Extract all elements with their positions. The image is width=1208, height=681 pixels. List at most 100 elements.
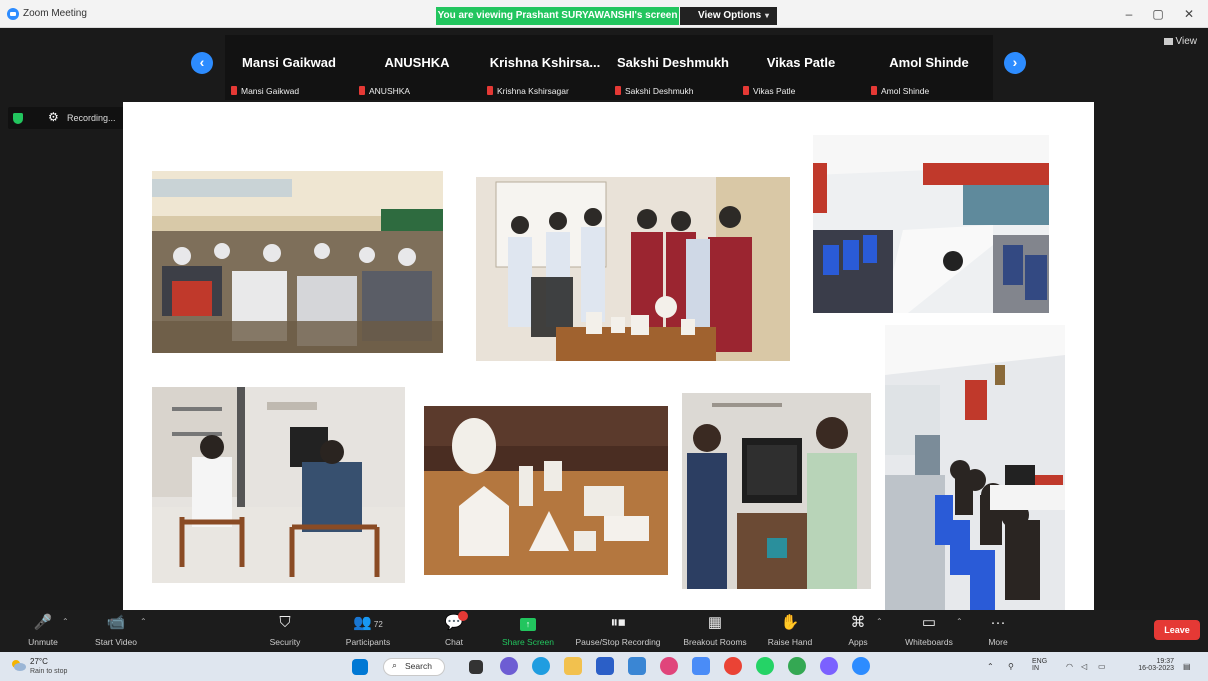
raise-hand-button[interactable]: ✋ Raise Hand — [762, 610, 818, 652]
weather-description: Rain to stop — [30, 668, 68, 675]
photo-computer-lab-students — [885, 325, 1065, 610]
speaker-icon[interactable]: ◁ — [1081, 662, 1087, 671]
security-label: Security — [269, 637, 301, 647]
participant-label-text: Krishna Kshirsagar — [497, 86, 569, 96]
wifi-icon[interactable]: ◠ — [1066, 662, 1073, 671]
gallery-next-button[interactable]: › — [1004, 52, 1026, 74]
view-options-label: View Options — [698, 10, 762, 21]
battery-icon[interactable]: ▭ — [1098, 662, 1106, 671]
minimize-button[interactable]: – — [1117, 6, 1141, 22]
chevron-down-icon: ▾ — [764, 11, 769, 20]
edge-browser-icon[interactable] — [532, 657, 550, 675]
chevron-up-icon[interactable]: ⌃ — [62, 617, 69, 626]
chevron-up-icon[interactable]: ⌃ — [876, 617, 883, 626]
apps-label: Apps — [848, 637, 868, 647]
view-toggle-button[interactable]: View — [1163, 36, 1198, 47]
participant-tile[interactable]: Amol Shinde Amol Shinde — [865, 35, 993, 100]
more-label: More — [988, 637, 1008, 647]
shield-icon — [13, 113, 23, 124]
zoom-meeting-taskbar-icon[interactable] — [852, 657, 870, 675]
participant-tile[interactable]: Mansi Gaikwad Mansi Gaikwad — [225, 35, 353, 100]
windows-start-icon[interactable] — [352, 659, 368, 675]
apps-button[interactable]: ⌘ ⌃ Apps — [838, 610, 882, 652]
participant-label: Sakshi Deshmukh — [615, 86, 694, 96]
view-toggle-label: View — [1175, 36, 1198, 47]
teams-chat-icon[interactable] — [500, 657, 518, 675]
weather-temperature[interactable]: 27°C — [30, 657, 48, 666]
participant-name: Vikas Patle — [766, 55, 836, 70]
breakout-rooms-icon: ▦ — [707, 614, 723, 631]
participant-label-text: Mansi Gaikwad — [241, 86, 300, 96]
close-button[interactable]: ✕ — [1177, 6, 1201, 22]
chat-button[interactable]: 💬 Chat — [436, 610, 472, 652]
firefox-icon[interactable] — [660, 657, 678, 675]
whatsapp-icon[interactable] — [756, 657, 774, 675]
maximize-button[interactable]: ▢ — [1146, 6, 1170, 22]
start-video-button[interactable]: 📹 ⌃ Start Video — [88, 610, 147, 652]
participant-label: Krishna Kshirsagar — [487, 86, 569, 96]
muted-mic-icon — [743, 86, 749, 95]
participant-tile[interactable]: ANUSHKA ANUSHKA — [353, 35, 481, 100]
participant-label-text: ANUSHKA — [369, 86, 411, 96]
security-button[interactable]: ⛉ Security — [262, 610, 308, 652]
chevron-up-icon[interactable]: ⌃ — [956, 617, 963, 626]
breakout-rooms-button[interactable]: ▦ Breakout Rooms — [676, 610, 754, 652]
muted-mic-icon — [615, 86, 621, 95]
participant-label-text: Amol Shinde — [881, 86, 930, 96]
chrome-browser-icon[interactable] — [724, 657, 742, 675]
participant-tile[interactable]: Vikas Patle Vikas Patle — [737, 35, 865, 100]
chevron-up-icon[interactable]: ⌃ — [140, 617, 147, 626]
tray-chevron-up-icon[interactable]: ⌃ — [987, 662, 994, 671]
view-options-button[interactable]: View Options ▾ — [680, 7, 777, 25]
more-button[interactable]: ··· More — [982, 610, 1014, 652]
participant-label: Mansi Gaikwad — [231, 86, 299, 96]
share-screen-button[interactable]: ↑ Share Screen — [494, 610, 562, 652]
photo-computer-lab — [813, 135, 1049, 313]
muted-mic-icon — [871, 86, 877, 95]
participants-count: 72 — [373, 620, 383, 629]
language-code: ENG — [1032, 658, 1048, 665]
participants-icon: 👥 72 — [353, 614, 383, 631]
zoom-app-taskbar-icon[interactable] — [628, 657, 646, 675]
participant-name: Amol Shinde — [889, 55, 969, 70]
participant-name: Mansi Gaikwad — [242, 55, 336, 70]
language-indicator[interactable]: ENG IN — [1032, 658, 1047, 672]
raise-hand-label: Raise Hand — [767, 637, 813, 647]
chat-label: Chat — [445, 637, 463, 647]
participant-label-text: Vikas Patle — [753, 86, 796, 96]
participant-name: Krishna Kshirsa... — [489, 55, 601, 70]
breakout-rooms-label: Breakout Rooms — [683, 637, 747, 647]
meeting-toolbar: 🎤 ⌃ Unmute 📹 ⌃ Start Video ⛉ Security 👥 72 … — [0, 610, 1208, 652]
clock[interactable]: 19:37 16-03-2023 — [1128, 658, 1174, 672]
store-icon[interactable] — [596, 657, 614, 675]
unmute-button[interactable]: 🎤 ⌃ Unmute — [20, 610, 69, 652]
participant-name: ANUSHKA — [384, 55, 450, 70]
weather-cloud-icon — [12, 660, 26, 671]
share-screen-icon: ↑ — [520, 614, 536, 632]
chrome-browser-icon[interactable] — [788, 657, 806, 675]
gear-icon: ⚙ — [48, 110, 59, 124]
participant-tile[interactable]: Krishna Kshirsa... Krishna Kshirsagar — [481, 35, 609, 100]
participant-tile[interactable]: Sakshi Deshmukh Sakshi Deshmukh — [609, 35, 737, 100]
chat-notification-badge — [458, 611, 468, 621]
participants-button[interactable]: 👥 72 Participants — [338, 610, 398, 652]
muted-mic-icon — [359, 86, 365, 95]
location-icon: ⚲ — [1008, 662, 1014, 671]
video-off-icon: 📹 — [106, 614, 126, 631]
gallery-prev-button[interactable]: ‹ — [191, 52, 213, 74]
file-explorer-icon[interactable] — [564, 657, 582, 675]
raise-hand-icon: ✋ — [780, 614, 800, 631]
pause-stop-recording-label: Pause/Stop Recording — [575, 637, 661, 647]
pause-stop-recording-button[interactable]: ⏸⏹ Pause/Stop Recording — [570, 610, 666, 652]
leave-button[interactable]: Leave — [1154, 620, 1200, 640]
clock-date: 16-03-2023 — [1138, 665, 1174, 672]
taskbar-search-label: Search — [405, 661, 432, 671]
notifications-icon[interactable]: ▤ — [1183, 662, 1191, 671]
muted-mic-icon — [231, 86, 237, 95]
more-icon: ··· — [990, 614, 1006, 631]
task-view-icon[interactable] — [469, 660, 483, 674]
screen-share-banner: You are viewing Prashant SURYAWANSHI's s… — [436, 7, 679, 25]
copilot-icon[interactable] — [820, 657, 838, 675]
whiteboards-button[interactable]: ▭ ⌃ Whiteboards — [896, 610, 963, 652]
network-app-icon[interactable] — [692, 657, 710, 675]
